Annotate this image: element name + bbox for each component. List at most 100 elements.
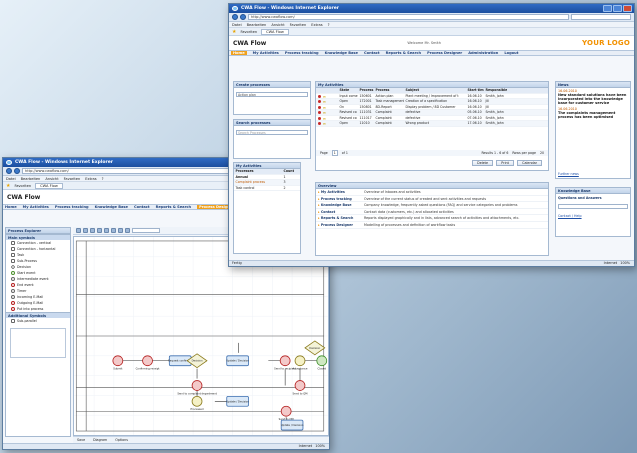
flow-intermediate-event[interactable]: Send to QM <box>279 405 294 421</box>
nav-contact[interactable]: Contact <box>364 51 380 55</box>
col-responsible[interactable]: Responsible <box>484 88 508 93</box>
flow-start-event[interactable]: Submit <box>112 355 124 371</box>
calendar-button[interactable]: Calendar <box>517 160 542 166</box>
front-titlebar[interactable]: CWA Flow - Windows Internet Explorer <box>229 4 634 13</box>
nav-process-tracking[interactable]: Process tracking <box>55 205 89 209</box>
nav-process-designer[interactable]: Process Designer <box>427 51 462 55</box>
flow-intermediate-event[interactable]: Processed <box>191 395 204 411</box>
nav-home[interactable]: Home <box>231 51 247 55</box>
nav-contact[interactable]: Contact <box>134 205 150 209</box>
menu-bearbeiten[interactable]: Bearbeiten <box>21 176 41 181</box>
maximize-icon[interactable] <box>613 5 622 12</box>
col-process[interactable]: Process <box>374 88 404 93</box>
col-start-time[interactable]: Start time <box>466 88 485 93</box>
undo-icon[interactable] <box>97 228 102 233</box>
nav-process-tracking[interactable]: Process tracking <box>285 51 319 55</box>
browser-tab[interactable]: CWA Flow <box>35 182 63 189</box>
col-state[interactable]: State <box>338 88 358 93</box>
toolbar-select[interactable] <box>132 228 160 233</box>
company-logo: YOUR LOGO <box>582 39 630 47</box>
back-nav-icon[interactable] <box>232 14 238 20</box>
favorites-button[interactable]: Favoriten <box>240 30 257 34</box>
minimize-icon[interactable] <box>603 5 612 12</box>
redo-icon[interactable] <box>104 228 109 233</box>
star-icon[interactable]: ★ <box>6 183 10 189</box>
flow-gateway[interactable]: Decision <box>304 340 326 356</box>
pager-per-page[interactable]: 20 <box>540 150 548 156</box>
star-icon[interactable]: ★ <box>232 29 236 35</box>
overview-item-title[interactable]: My Activities <box>316 189 364 195</box>
menu-extras[interactable]: Extras <box>85 176 96 181</box>
col-process-id[interactable]: Process <box>358 88 374 93</box>
close-icon[interactable] <box>623 5 632 12</box>
menu-favoriten[interactable]: Favoriten <box>64 176 81 181</box>
nav-logout[interactable]: Logout <box>504 51 518 55</box>
front-address-input[interactable]: http://www.cwaflow.com/ <box>248 14 569 20</box>
news-item[interactable]: 16.06.2010 The complaints management pro… <box>556 106 630 120</box>
nav-home[interactable]: Home <box>5 205 17 209</box>
news-item[interactable]: 16.06.2010 New standard solutions have b… <box>556 88 630 106</box>
kb-contact-link[interactable]: Contact / Help <box>556 211 630 221</box>
pager-page-input[interactable]: 1 <box>331 150 338 156</box>
forward-nav-icon[interactable] <box>14 168 20 174</box>
nav-reports[interactable]: Reports & Search <box>386 51 421 55</box>
front-zoom[interactable]: 100% <box>620 261 630 265</box>
table-row[interactable]: Task control 2 <box>234 186 300 191</box>
flow-task[interactable]: Update / Decision <box>226 355 249 367</box>
create-process-select[interactable]: Action plan <box>236 92 308 97</box>
search-processes-input[interactable]: Search Processes <box>236 130 308 135</box>
overview-item-title[interactable]: Process tracking <box>316 196 364 202</box>
favorites-button[interactable]: Favoriten <box>14 184 31 188</box>
menu-extras[interactable]: Extras <box>311 22 322 27</box>
browser-search-input[interactable] <box>571 14 631 20</box>
zoom-out-icon[interactable] <box>125 228 130 233</box>
menu-favoriten[interactable]: Favoriten <box>290 22 307 27</box>
forward-nav-icon[interactable] <box>240 14 246 20</box>
nav-knowledge-base[interactable]: Knowledge Base <box>95 205 128 209</box>
flow-task[interactable]: Update / Decision <box>281 419 304 431</box>
delete-button[interactable]: Delete <box>472 160 494 166</box>
overview-item-title[interactable]: Reports & Search <box>316 215 364 221</box>
col-subject[interactable]: Subject <box>404 88 466 93</box>
print-button[interactable]: Print <box>496 160 514 166</box>
flow-intermediate-event[interactable]: Acceptance <box>293 355 308 371</box>
delete-icon[interactable] <box>111 228 116 233</box>
nav-reports[interactable]: Reports & Search <box>156 205 191 209</box>
overview-item[interactable]: Knowledge BaseCompany knowledge, frequen… <box>316 202 548 209</box>
browser-tab[interactable]: CWA Flow <box>261 28 289 35</box>
flow-intermediate-event[interactable]: Send to QM <box>293 380 308 396</box>
nav-administration[interactable]: Administration <box>468 51 498 55</box>
flow-end-event[interactable]: Closed <box>316 355 328 371</box>
zoom-in-icon[interactable] <box>118 228 123 233</box>
menu-help[interactable]: ? <box>328 22 330 27</box>
overview-item-title[interactable]: Process Designer <box>316 222 364 228</box>
overview-item[interactable]: ContactContact data (customers, etc.) an… <box>316 209 548 216</box>
further-news-link[interactable]: Further news <box>558 172 579 176</box>
overview-item[interactable]: Reports & SearchReports displayed graphi… <box>316 215 548 222</box>
cut-icon[interactable] <box>76 228 81 233</box>
paste-icon[interactable] <box>90 228 95 233</box>
flow-task[interactable]: Update / Decision <box>226 395 249 407</box>
table-row[interactable]: ✉ Open 11010 Complaint Wrong product 17.06.10… <box>316 121 548 127</box>
menu-ansicht[interactable]: Ansicht <box>45 176 58 181</box>
flow-intermediate-event[interactable]: Send to complaint department <box>177 380 217 396</box>
back-nav-icon[interactable] <box>6 168 12 174</box>
copy-icon[interactable] <box>83 228 88 233</box>
nav-my-activities[interactable]: My Activities <box>253 51 279 55</box>
nav-my-activities[interactable]: My Activities <box>23 205 49 209</box>
menu-datei[interactable]: Datei <box>232 22 242 27</box>
overview-item-title[interactable]: Contact <box>316 209 364 215</box>
menu-bearbeiten[interactable]: Bearbeiten <box>247 22 267 27</box>
overview-item[interactable]: My ActivitiesOverview of Inboxes and act… <box>316 189 548 196</box>
overview-item[interactable]: Process trackingOverview of the current … <box>316 196 548 203</box>
back-zoom[interactable]: 100% <box>315 444 325 448</box>
menu-help[interactable]: ? <box>102 176 104 181</box>
menu-ansicht[interactable]: Ansicht <box>271 22 284 27</box>
overview-item-title[interactable]: Knowledge Base <box>316 202 364 208</box>
overview-item[interactable]: Process DesignerModelling of processes a… <box>316 222 548 229</box>
flow-intermediate-event[interactable]: Confirming receipt <box>136 355 160 371</box>
menu-datei[interactable]: Datei <box>6 176 16 181</box>
kb-search-input[interactable] <box>558 204 628 209</box>
nav-knowledge-base[interactable]: Knowledge Base <box>325 51 358 55</box>
flow-nodes[interactable]: Submit Confirming receiptRequest confirme… <box>112 340 328 431</box>
